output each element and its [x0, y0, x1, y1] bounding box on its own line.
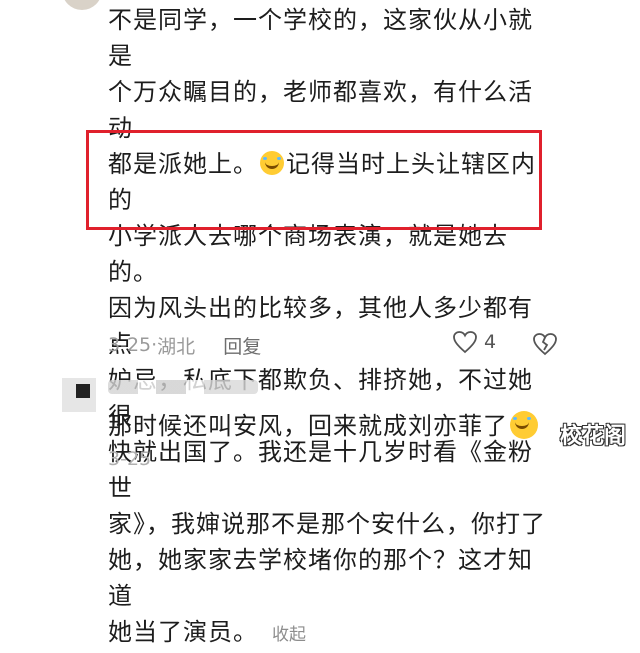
- reply-avatar[interactable]: [62, 378, 96, 412]
- reply-meta: 3-25: [108, 448, 152, 470]
- watermark: 校花阁: [560, 424, 627, 449]
- heart-icon: [453, 331, 477, 354]
- reply-comment-text: 那时候还叫安风，回来就成刘亦菲了: [108, 408, 540, 444]
- avatar[interactable]: [62, 0, 102, 10]
- comment-meta: 3-25 · 湖北 回复: [108, 330, 261, 360]
- comment-text: 不是同学，一个学校的，这家伙从小就是 个万众瞩目的，老师都喜欢，有什么活动 都是…: [108, 2, 548, 653]
- comment-location: 湖北: [157, 335, 196, 358]
- laughing-emoji-icon: [510, 411, 538, 439]
- highlight-box: [86, 130, 542, 230]
- reply-username-blurred: [108, 380, 258, 394]
- collapse-link[interactable]: 收起: [272, 625, 306, 645]
- reply-button[interactable]: 回复: [223, 332, 261, 359]
- comment-date: 3-25: [108, 334, 152, 356]
- reply-text: 那时候还叫安风，回来就成刘亦菲了: [108, 412, 508, 440]
- like-button[interactable]: 4: [452, 330, 496, 354]
- broken-heart-icon[interactable]: [532, 331, 558, 357]
- like-count: 4: [484, 331, 497, 353]
